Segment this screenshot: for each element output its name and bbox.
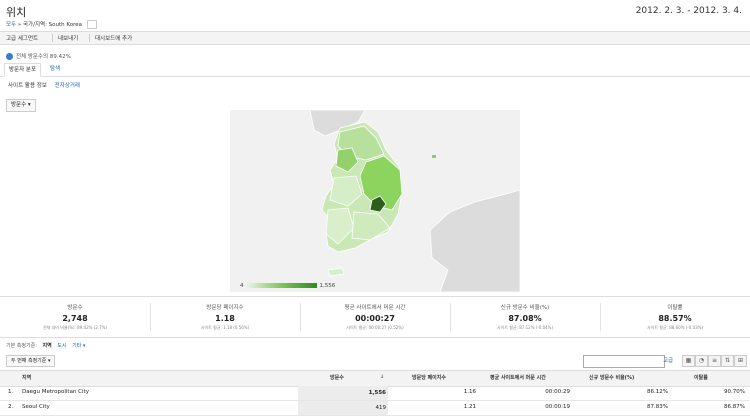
- legend-max: 1,556: [319, 283, 336, 289]
- breadcrumb-current: » 국가/지역: South Korea: [17, 22, 83, 28]
- header-region[interactable]: 지역: [22, 374, 31, 381]
- row-pages-per-visit: 1.21: [463, 404, 476, 410]
- legend-gradient: [246, 283, 317, 288]
- subtab-ecommerce[interactable]: 전자상거래: [55, 83, 80, 89]
- legend-min: 4: [240, 283, 244, 289]
- row-bounce-rate: 90.70%: [724, 389, 745, 395]
- tab-explore[interactable]: 탐색: [46, 63, 64, 75]
- tab-visitor-flow[interactable]: 방문자 분포: [4, 63, 42, 77]
- metric-sub: 전체 대비 비율(%): 89.42% (2,7%): [43, 325, 107, 330]
- metric-value: 00:00:27: [355, 314, 395, 323]
- metric-label: 방문당 페이지수: [206, 305, 244, 311]
- map-legend: 4 1,556: [240, 283, 335, 289]
- advanced-segment-button[interactable]: 고급 세그먼트: [6, 34, 38, 42]
- page-title: 위치: [6, 6, 27, 19]
- row-region-link[interactable]: Seoul City: [22, 404, 50, 410]
- add-to-dashboard-button[interactable]: 대시보드에 추가: [95, 34, 132, 42]
- table-row: 2. Seoul City 419 1.21 00:00:19 87.83% 8…: [0, 401, 750, 416]
- toolbar-divider: [89, 34, 90, 42]
- table-header: 지역 방문수 ↓ 방문당 페이지수 평균 사이트에서 머문 시간 신규 방문수 …: [0, 370, 750, 387]
- metric-label: 평균 사이트에서 머문 시간: [344, 305, 406, 311]
- row-bounce-rate: 86.87%: [724, 404, 745, 410]
- metric-sub: 사이트 평균: 88.60% (-0.03%): [646, 325, 704, 330]
- row-visits: 419: [298, 401, 388, 415]
- row-index: 1.: [8, 389, 14, 395]
- header-bounce-rate[interactable]: 이탈률: [694, 374, 708, 381]
- metric-selector[interactable]: 방문수 ▾: [6, 99, 36, 112]
- sort-desc-icon[interactable]: ↓: [380, 374, 384, 380]
- row-avg-duration: 00:00:29: [545, 389, 570, 395]
- report-tabs: 방문자 분포 탐색: [0, 63, 750, 77]
- date-range-picker[interactable]: 2012. 2. 3. - 2012. 3. 4.: [636, 6, 742, 16]
- breadcrumb: 모두 » 국가/지역: South Korea: [6, 20, 97, 29]
- segment-label: 전체 방문수의 89.42%: [16, 54, 71, 60]
- region-map: [230, 109, 521, 293]
- breadcrumb-dropdown[interactable]: [86, 20, 97, 29]
- metric-bounce-rate: 이탈률 88.57% 사이트 평균: 88.60% (-0.03%): [600, 297, 750, 337]
- table-row: 1. Daegu Metropolitan City 1,556 1.16 00…: [0, 386, 750, 401]
- metric-sub: 사이트 평균: 00:00:27 (0.52%): [346, 325, 404, 330]
- metric-visits: 방문수 2,748 전체 대비 비율(%): 89.42% (2,7%): [0, 297, 150, 337]
- metric-selector-value: 방문수: [11, 102, 27, 108]
- metric-value: 1.18: [215, 314, 235, 323]
- breadcrumb-root[interactable]: 모두: [6, 22, 16, 28]
- row-visits: 1,556: [298, 386, 388, 400]
- pie-view-icon[interactable]: ◔: [695, 355, 708, 367]
- region-ulleungdo: [432, 155, 436, 158]
- segment-pie-icon: [6, 53, 13, 60]
- metric-pages-per-visit: 방문당 페이지수 1.18 사이트 평균: 1.18 (0.56%): [150, 297, 300, 337]
- header-new-visits[interactable]: 신규 방문수 비율(%): [589, 374, 634, 381]
- row-new-visits: 86.12%: [647, 389, 668, 395]
- metric-value: 88.57%: [658, 314, 692, 323]
- primary-dimension-row: 기본 측정기준: 지역 도시 기타 ▾: [6, 342, 85, 349]
- bar-view-icon[interactable]: ≡: [708, 355, 721, 367]
- header-avg-duration[interactable]: 평균 사이트에서 머문 시간: [490, 374, 546, 381]
- advanced-filter-link[interactable]: 고급: [663, 356, 673, 364]
- metric-label: 방문수: [67, 305, 83, 311]
- compare-view-icon[interactable]: ⇅: [721, 355, 734, 367]
- row-avg-duration: 00:00:19: [545, 404, 570, 410]
- dimension-region[interactable]: 지역: [42, 343, 51, 349]
- segment-indicator: 전체 방문수의 89.42%: [6, 52, 71, 60]
- header-visits[interactable]: 방문수: [330, 374, 344, 381]
- metric-value: 87.08%: [508, 314, 542, 323]
- subtabs: 사이트 활용 정보 전자상거래: [8, 81, 80, 89]
- primary-dimension-label: 기본 측정기준:: [6, 343, 37, 349]
- export-button[interactable]: 내보내기: [58, 34, 78, 42]
- metric-label: 신규 방문수 비율(%): [500, 305, 550, 311]
- grid-view-icon[interactable]: ▦: [682, 355, 695, 367]
- header-pages-per-visit[interactable]: 방문당 페이지수: [412, 374, 446, 381]
- row-new-visits: 87.83%: [647, 404, 668, 410]
- table-search-input[interactable]: [583, 355, 665, 368]
- dimension-other[interactable]: 기타 ▾: [72, 343, 85, 349]
- dimension-city[interactable]: 도시: [57, 343, 66, 349]
- metric-sub: 사이트 평균: 1.18 (0.56%): [200, 325, 250, 330]
- metric-label: 이탈률: [667, 305, 683, 311]
- row-pages-per-visit: 1.16: [463, 389, 476, 395]
- metric-avg-duration: 평균 사이트에서 머문 시간 00:00:27 사이트 평균: 00:00:27…: [300, 297, 450, 337]
- metric-sub: 사이트 평균: 87.12% (-0.04%): [496, 325, 554, 330]
- secondary-dimension-dropdown[interactable]: 두 번째 측정기준 ▾: [6, 355, 56, 367]
- summary-metrics: 방문수 2,748 전체 대비 비율(%): 89.42% (2,7%) 방문당…: [0, 296, 750, 338]
- pivot-view-icon[interactable]: ⊞: [734, 355, 747, 367]
- report-toolbar: 고급 세그먼트 내보내기 대시보드에 추가: [0, 31, 750, 45]
- toolbar-divider: [52, 34, 53, 42]
- row-index: 2.: [8, 404, 14, 410]
- row-region-link[interactable]: Daegu Metropolitan City: [22, 389, 89, 395]
- metric-new-visits: 신규 방문수 비율(%) 87.08% 사이트 평균: 87.12% (-0.0…: [450, 297, 600, 337]
- subtab-site-usage[interactable]: 사이트 활용 정보: [8, 83, 47, 89]
- metric-value: 2,748: [62, 314, 88, 323]
- map-canvas: [230, 109, 521, 293]
